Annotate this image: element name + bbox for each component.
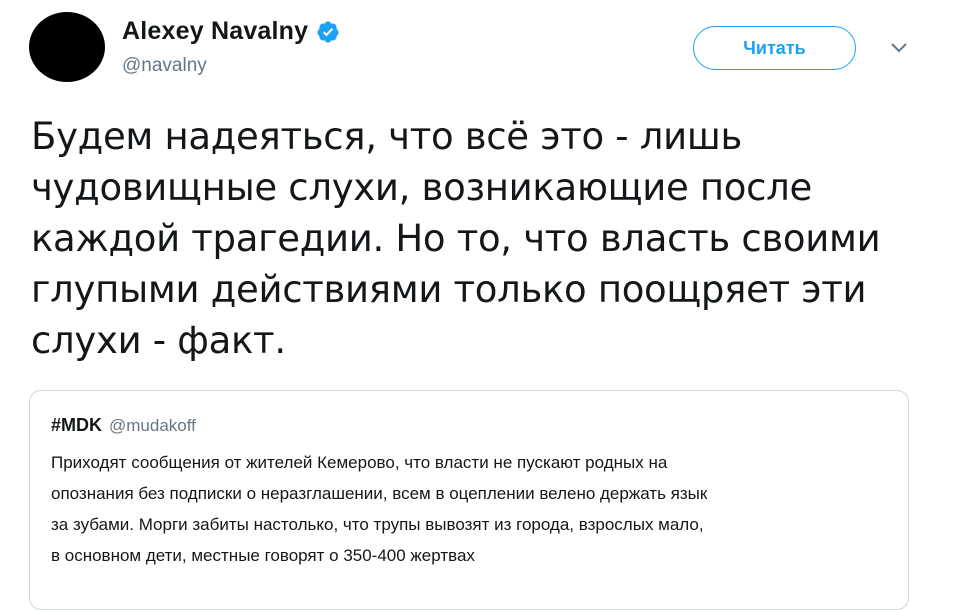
tweet-text-line: Будем надеяться, что всё это - лишь xyxy=(31,115,742,158)
tweet-text-line: глупыми действиями только поощряет эти xyxy=(31,268,867,311)
quoted-tweet-display-name: #MDK xyxy=(51,415,103,435)
quoted-tweet-text: Приходят сообщения от жителей Кемерово, … xyxy=(51,447,891,571)
verified-badge-icon xyxy=(317,21,339,42)
tweet-text: Будем надеяться, что всё это - лишь чудо… xyxy=(31,111,931,366)
author-name-row: Alexey Navalny xyxy=(122,17,340,46)
tweet-text-line: чудовищные слухи, возникающие после xyxy=(31,166,812,209)
tweet-text-line: слухи - факт. xyxy=(31,319,286,362)
chevron-down-icon[interactable] xyxy=(889,40,909,56)
quoted-tweet-header: #MDK @mudakoff xyxy=(51,415,196,436)
quoted-tweet-text-line: за зубами. Морги забиты настолько, что т… xyxy=(51,515,704,534)
avatar[interactable] xyxy=(29,12,105,82)
follow-button[interactable]: Читать xyxy=(693,26,856,70)
tweet-text-line: каждой трагедии. Но то, что власть своим… xyxy=(31,217,881,260)
quoted-tweet-text-line: опознания без подписки о неразглашении, … xyxy=(51,484,708,503)
quoted-tweet-handle: @mudakoff xyxy=(109,416,196,435)
quoted-tweet-text-line: Приходят сообщения от жителей Кемерово, … xyxy=(51,453,668,472)
author-display-name[interactable]: Alexey Navalny xyxy=(122,17,308,46)
author-handle[interactable]: @navalny xyxy=(122,55,207,77)
quoted-tweet-text-line: в основном дети, местные говорят о 350-4… xyxy=(51,546,475,565)
quoted-tweet[interactable]: #MDK @mudakoff Приходят сообщения от жит… xyxy=(29,390,909,610)
